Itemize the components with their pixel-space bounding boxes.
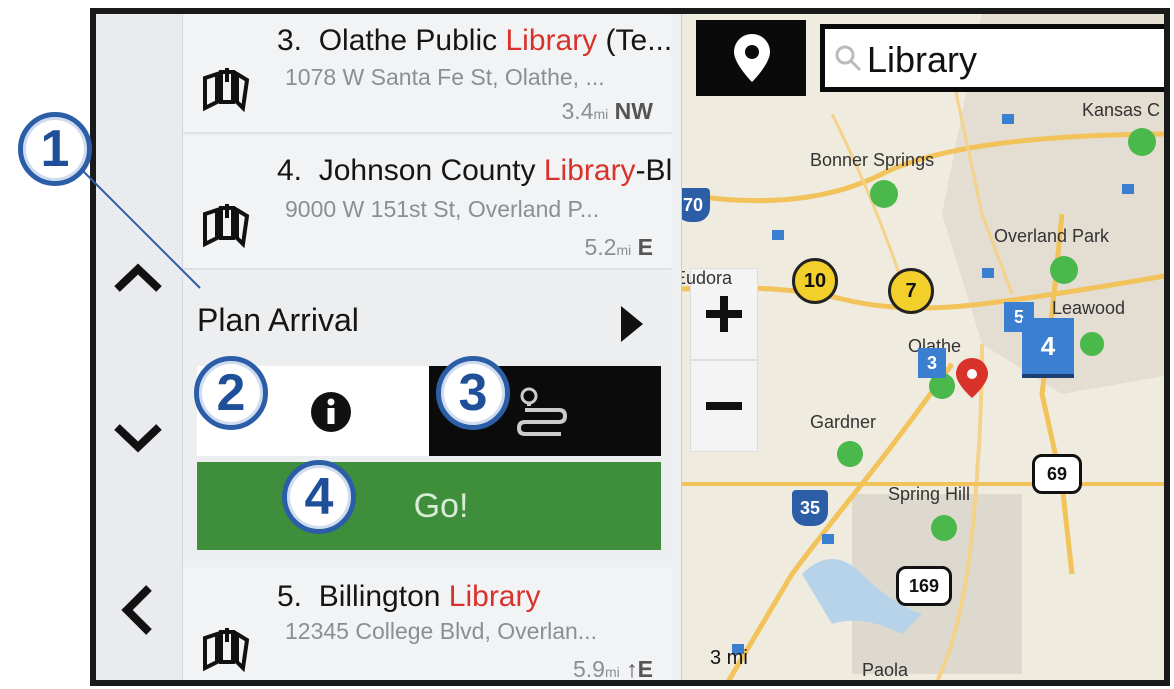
library-icon	[203, 68, 250, 113]
chevron-up-icon	[114, 263, 162, 292]
plan-arrival-label[interactable]: Plan Arrival	[197, 302, 359, 339]
route-icon	[516, 387, 568, 436]
list-item[interactable]: 4. Johnson County Library-Bl 9000 W 151s…	[183, 136, 673, 270]
scroll-nav	[96, 14, 182, 680]
callout-1: 1	[18, 112, 92, 186]
poi-markers	[732, 114, 1156, 654]
list-item[interactable]: 3. Olathe Public Library (Te... 1078 W S…	[183, 14, 673, 134]
library-icon	[203, 204, 250, 249]
result-address: 9000 W 151st St, Overland P...	[285, 196, 600, 222]
library-icon	[203, 628, 250, 673]
scroll-down-button[interactable]	[110, 410, 166, 466]
result-distance: 5.9mi ↑E	[573, 656, 653, 682]
chevron-left-icon	[121, 585, 152, 635]
callout-4: 4	[282, 460, 356, 534]
info-icon	[311, 392, 351, 432]
back-button[interactable]	[110, 582, 166, 638]
go-button[interactable]: Go!	[197, 462, 661, 550]
list-item[interactable]: 5. Billington Library 12345 College Blvd…	[183, 568, 671, 682]
callout-2: 2	[194, 356, 268, 430]
cluster-marker[interactable]: 4	[1022, 318, 1074, 374]
result-title: 4. Johnson County Library-Bl	[277, 154, 673, 187]
result-distance: 5.2mi E	[584, 234, 654, 260]
scroll-up-button[interactable]	[110, 250, 166, 306]
callout-3: 3	[436, 356, 510, 430]
arrow-right-icon[interactable]	[621, 306, 643, 342]
results-list: 3. Olathe Public Library (Te... 1078 W S…	[182, 14, 683, 680]
map-scale: 3 mi	[710, 647, 748, 669]
result-distance: 3.4mi NW	[561, 98, 653, 124]
go-label: Go!	[413, 486, 469, 525]
chevron-down-icon	[114, 424, 162, 453]
result-title: 3. Olathe Public Library (Te...	[277, 24, 673, 57]
result-title: 5. Billington Library	[277, 580, 541, 613]
result-address: 12345 College Blvd, Overlan...	[285, 618, 597, 644]
map-view[interactable]: Library Bonner Springs Kansas C Overland…	[682, 14, 1164, 680]
device-screen: 3. Olathe Public Library (Te... 1078 W S…	[90, 8, 1170, 686]
result-address: 1078 W Santa Fe St, Olathe, ...	[285, 64, 605, 90]
cluster-marker[interactable]: 3	[918, 348, 946, 378]
